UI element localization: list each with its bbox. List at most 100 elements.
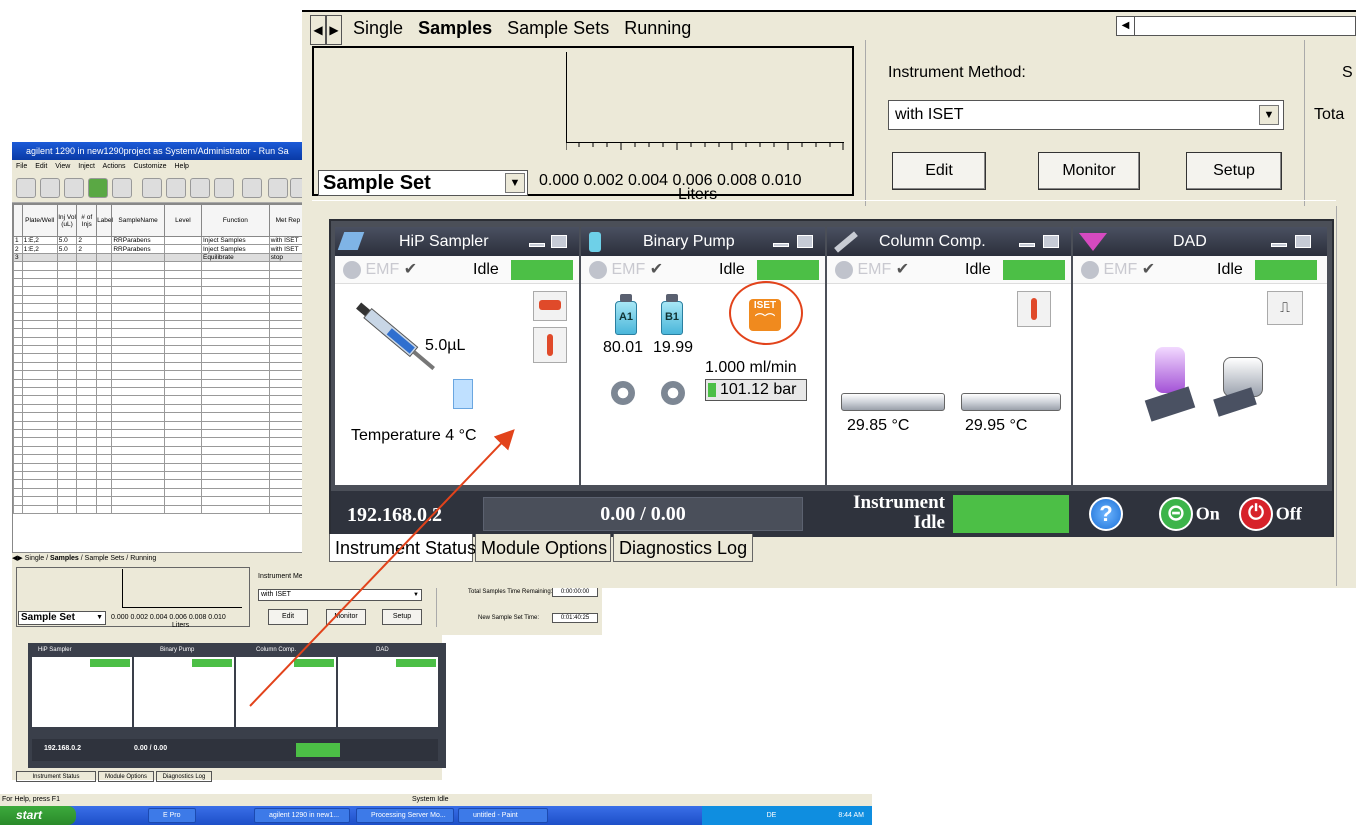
col-header[interactable]: Met Rep	[268, 204, 308, 237]
toolbar-icon[interactable]	[242, 178, 262, 198]
minimize-icon[interactable]	[529, 243, 545, 247]
taskbar-item[interactable]: Processing Server Mo...	[356, 808, 454, 823]
col-header[interactable]: # of Injs	[76, 204, 98, 237]
thermometer-icon[interactable]	[1017, 291, 1051, 327]
tray-language[interactable]: DE	[767, 812, 777, 819]
menu-edit[interactable]: Edit	[35, 163, 47, 170]
menu-customize[interactable]: Customize	[133, 163, 166, 170]
tab-samples[interactable]: Samples	[50, 555, 79, 562]
toolbar-icon[interactable]	[190, 178, 210, 198]
tab-sample-sets[interactable]: Sample Sets	[85, 555, 125, 562]
run-icon[interactable]	[88, 178, 108, 198]
mini-tab-diagnostics-log[interactable]: Diagnostics Log	[156, 771, 212, 782]
module-title: HiP Sampler	[399, 233, 489, 250]
taskbar-item[interactable]: agilent 1290 in new1...	[254, 808, 350, 823]
tab-module-options[interactable]: Module Options	[475, 534, 611, 562]
small-setup-button[interactable]: Setup	[382, 609, 422, 625]
chevron-down-icon[interactable]: ▼	[1259, 105, 1279, 125]
col-header[interactable]: Level	[163, 204, 202, 237]
setup-button[interactable]: Setup	[1186, 152, 1282, 190]
small-sample-set-select[interactable]: Sample Set ▼	[18, 611, 106, 625]
col-header[interactable]: Inj Vol (uL)	[56, 204, 78, 237]
menu-view[interactable]: View	[55, 163, 70, 170]
cut-off-label: S	[1342, 64, 1353, 81]
small-status-bar: For Help, press F1 System Idle	[0, 794, 872, 806]
mini-module-title: DAD	[376, 647, 389, 653]
power-off-icon[interactable]: ⏻	[1239, 497, 1273, 531]
sample-set-select[interactable]: Sample Set ▼	[318, 170, 528, 196]
mini-tab-module-options[interactable]: Module Options	[98, 771, 154, 782]
sampler-icon	[337, 232, 365, 250]
table-row[interactable]: 1 1:E,2 5.0 2 RRParabens Inject Samples with I…	[13, 235, 308, 246]
tab-instrument-status[interactable]: Instrument Status	[329, 534, 476, 562]
col-header[interactable]: Plate/Well	[21, 204, 58, 237]
col-header[interactable]: Function	[200, 204, 270, 237]
table-row[interactable]: 3 Equilibrate stop	[13, 252, 308, 263]
on-button[interactable]: ⊝ On	[1159, 497, 1220, 531]
solvent-icon	[589, 232, 601, 252]
tab-sample-sets[interactable]: Sample Sets	[507, 18, 609, 38]
toolbar-icon[interactable]	[166, 178, 186, 198]
solvent-a-percent: 80.01	[603, 339, 644, 356]
small-instrument-monitor: HiP Sampler Binary Pump Column Comp. DAD…	[12, 635, 446, 782]
small-method-select[interactable]: with ISET ▼	[258, 589, 422, 601]
mini-module-title: Binary Pump	[160, 647, 195, 653]
horizontal-scrollbar[interactable]: ◀	[1116, 16, 1356, 36]
off-button[interactable]: ⏻ Off	[1239, 497, 1302, 531]
menu-file[interactable]: File	[16, 163, 27, 170]
chevron-down-icon[interactable]: ▼	[505, 173, 525, 193]
lamp-base-icon	[1144, 386, 1196, 422]
tab-samples[interactable]: Samples	[418, 18, 492, 38]
cut-icon[interactable]	[268, 178, 288, 198]
edit-button[interactable]: Edit	[892, 152, 986, 190]
mini-counter: 0.00 / 0.00	[134, 745, 168, 752]
tab-running[interactable]: Running	[624, 18, 691, 38]
toolbar-icon[interactable]	[40, 178, 60, 198]
toolbar-icon[interactable]	[142, 178, 162, 198]
toolbar-icon[interactable]	[16, 178, 36, 198]
help-button[interactable]: ?	[1089, 497, 1123, 531]
spectrum-chart-icon[interactable]: ⎍	[1267, 291, 1303, 325]
tray-icon[interactable]	[533, 291, 567, 321]
save-icon[interactable]	[64, 178, 84, 198]
minimize-icon[interactable]	[1019, 243, 1035, 247]
tab-prev-icon[interactable]: ◀	[310, 15, 326, 45]
taskbar-item[interactable]: untitled - Paint	[458, 808, 548, 823]
on-icon[interactable]: ⊝	[1159, 497, 1193, 531]
minimize-icon[interactable]	[1271, 243, 1287, 247]
col-header[interactable]: Label	[96, 204, 113, 237]
tab-diagnostics-log[interactable]: Diagnostics Log	[613, 534, 753, 562]
table-row[interactable]: 2 1:E,2 5.0 2 RRParabens Inject Samples with I…	[13, 244, 308, 254]
menu-inject[interactable]: Inject	[78, 163, 95, 170]
instrument-status-monitor: HiP Sampler EMF ✔ Idle 5.0µL Temperature…	[329, 219, 1334, 537]
menu-help[interactable]: Help	[175, 163, 189, 170]
minimize-icon[interactable]	[773, 243, 789, 247]
maximize-icon[interactable]	[797, 235, 813, 248]
toolbar-icon[interactable]	[112, 178, 132, 198]
maximize-icon[interactable]	[1295, 235, 1311, 248]
sample-table: Plate/Well Inj Vol (uL) # of Injs Label …	[12, 203, 308, 553]
start-button[interactable]: start	[0, 806, 76, 825]
tab-nav-icon[interactable]: ◀▶	[12, 555, 25, 562]
emf-indicator: EMF ✔	[343, 260, 423, 280]
tab-next-icon[interactable]: ▶	[326, 15, 342, 45]
tab-single[interactable]: Single	[353, 18, 403, 38]
tab-single[interactable]: Single	[25, 555, 44, 562]
thermometer-icon[interactable]	[533, 327, 567, 363]
emf-indicator: EMF ✔	[1081, 260, 1161, 280]
monitor-button[interactable]: Monitor	[1038, 152, 1140, 190]
small-monitor-button[interactable]: Monitor	[326, 609, 366, 625]
mini-tab-instrument-status[interactable]: Instrument Status	[16, 771, 96, 782]
scroll-left-icon[interactable]: ◀	[1117, 17, 1135, 35]
menu-actions[interactable]: Actions	[103, 163, 126, 170]
taskbar-item[interactable]: E Pro	[148, 808, 196, 823]
col-header[interactable]: SampleName	[111, 204, 165, 237]
tab-running[interactable]: Running	[130, 555, 156, 562]
maximize-icon[interactable]	[551, 235, 567, 248]
status-bar	[1255, 260, 1317, 280]
small-edit-button[interactable]: Edit	[268, 609, 308, 625]
check-icon: ✔	[895, 261, 910, 278]
maximize-icon[interactable]	[1043, 235, 1059, 248]
instrument-method-select[interactable]: with ISET ▼	[888, 100, 1284, 130]
toolbar-icon[interactable]	[214, 178, 234, 198]
